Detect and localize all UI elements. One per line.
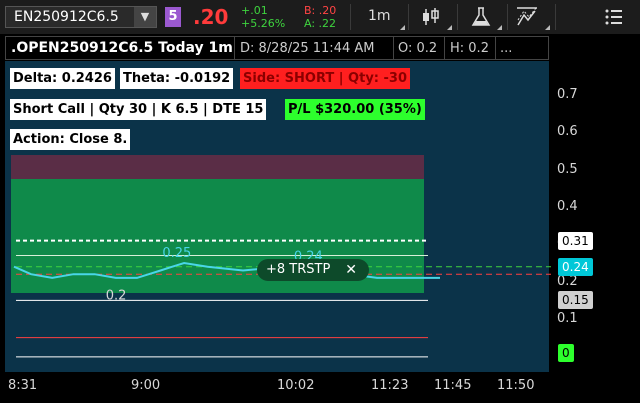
price-plot: 0.250.20.24 xyxy=(13,239,551,358)
price-line xyxy=(13,261,440,279)
price-tag: 0.15 xyxy=(558,291,593,310)
y-tick-label: 0.6 xyxy=(557,124,578,140)
price-tag: 0 xyxy=(558,344,574,362)
price-annotation: 0.25 xyxy=(162,246,191,261)
y-tick-label: 0.5 xyxy=(557,161,578,177)
close-icon[interactable]: ✕ xyxy=(345,259,357,281)
y-tick-label: 0.1 xyxy=(557,311,578,326)
x-tick-label: 10:02 xyxy=(277,378,315,393)
y-tick-label: 0.4 xyxy=(557,199,578,214)
trailing-stop-order-pill[interactable]: +8 TRSTP ✕ xyxy=(257,259,369,281)
x-tick-label: 11:50 xyxy=(497,378,535,393)
x-tick-label: 8:31 xyxy=(8,378,38,393)
price-tag: 0.24 xyxy=(558,257,593,276)
price-annotation: 0.2 xyxy=(106,289,127,304)
x-tick-label: 11:23 xyxy=(371,378,409,393)
price-tag: 0.31 xyxy=(558,231,593,250)
y-tick-label: 0.2 xyxy=(557,273,578,289)
x-axis xyxy=(0,372,640,403)
order-label: +8 TRSTP xyxy=(266,262,331,277)
y-tick-label: 0.7 xyxy=(557,87,578,102)
x-tick-label: 11:45 xyxy=(434,378,472,393)
x-tick-label: 9:00 xyxy=(131,378,161,393)
